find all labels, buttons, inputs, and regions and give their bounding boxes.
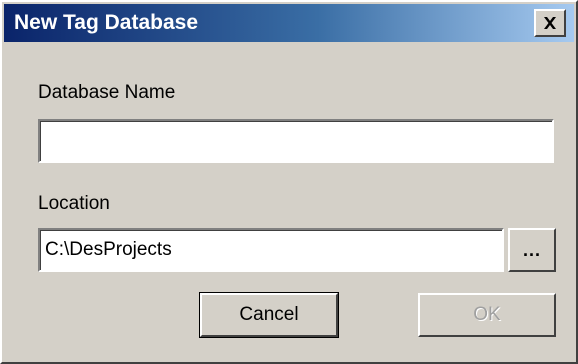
new-tag-database-dialog: New Tag Database Database Name Location … xyxy=(0,0,578,364)
title-bar[interactable]: New Tag Database xyxy=(4,4,574,42)
location-label: Location xyxy=(38,193,110,214)
cancel-button[interactable]: Cancel xyxy=(199,292,339,338)
ok-button[interactable]: OK xyxy=(418,293,556,337)
window-title: New Tag Database xyxy=(14,11,199,34)
ok-button-label: OK xyxy=(473,304,501,325)
database-name-input[interactable] xyxy=(38,119,554,163)
database-name-label: Database Name xyxy=(38,82,176,103)
close-button[interactable] xyxy=(534,9,566,37)
close-icon xyxy=(544,17,556,29)
browse-button-label: ... xyxy=(522,239,541,260)
location-input[interactable] xyxy=(38,228,504,272)
cancel-button-label: Cancel xyxy=(239,304,299,325)
browse-button[interactable]: ... xyxy=(508,228,556,272)
